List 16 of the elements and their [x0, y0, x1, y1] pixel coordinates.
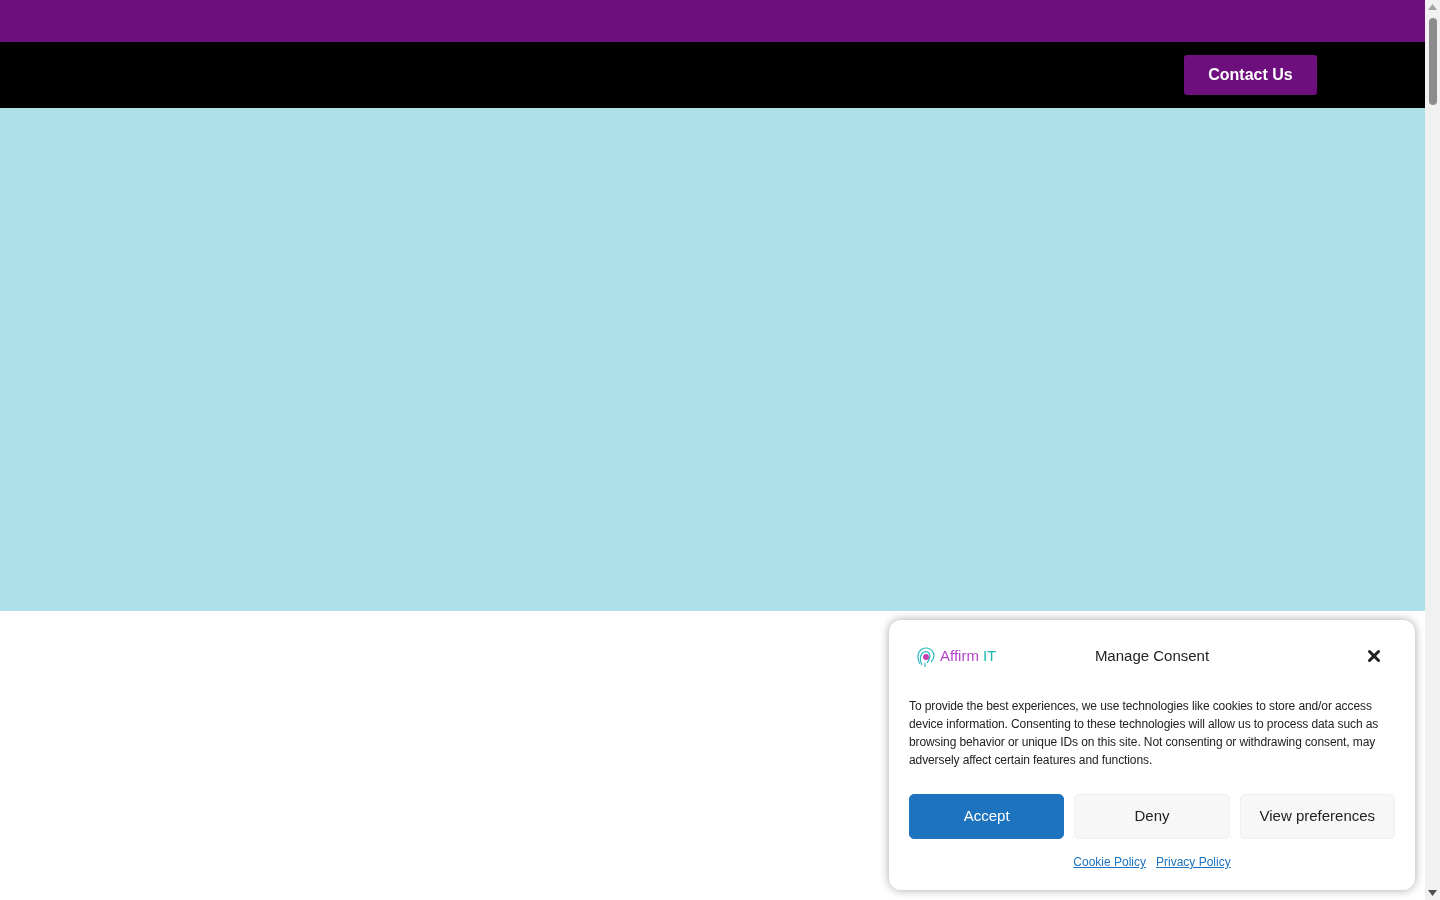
scrollbar-thumb[interactable]: [1428, 18, 1437, 105]
close-button[interactable]: [1365, 647, 1383, 665]
accept-button[interactable]: Accept: [909, 794, 1065, 839]
policy-link[interactable]: Privacy Policy: [1156, 853, 1231, 871]
scroll-up-icon[interactable]: [1428, 4, 1437, 10]
policy-link[interactable]: Cookie Policy: [1073, 853, 1146, 871]
close-icon: [1365, 647, 1383, 665]
logo-text: Affirm IT: [940, 646, 997, 667]
consent-button[interactable]: View preferences: [1239, 794, 1395, 839]
dialog-title: Manage Consent: [1094, 646, 1210, 667]
logo-icon: [916, 645, 936, 668]
scroll-down-icon[interactable]: [1428, 890, 1437, 896]
consent-button[interactable]: Deny: [1074, 794, 1230, 839]
contact-button[interactable]: Contact Us: [1184, 55, 1317, 95]
scrollbar[interactable]: [1425, 0, 1440, 900]
consent-message: To provide the best experiences, we use technologies like cookies to store and/or access device information. Consenting to these technologies will allow us to process data such as browsing behavior or unique IDs on this site. Not consenting or withdrawing consent, may adversely affect certain features and functions.: [909, 698, 1380, 769]
